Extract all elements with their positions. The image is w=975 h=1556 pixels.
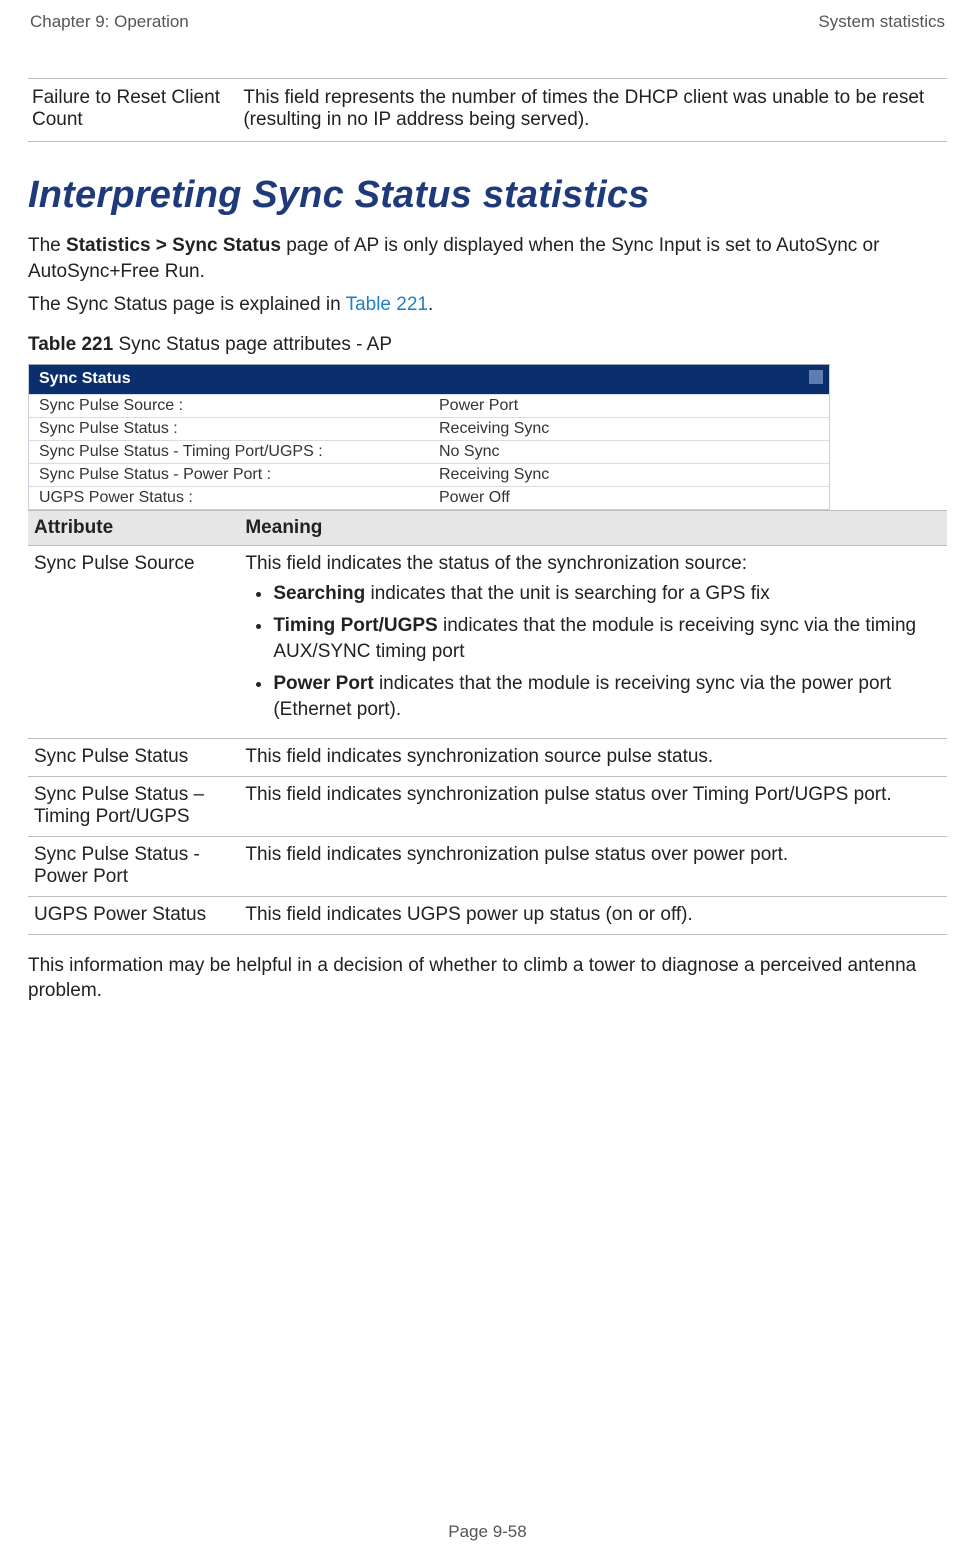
list-item: Timing Port/UGPS indicates that the modu… [273,613,941,664]
cell-value: Power Off [429,486,829,509]
cell-meaning: This field indicates UGPS power up statu… [239,896,947,934]
cell-attribute: Sync Pulse Status – Timing Port/UGPS [28,776,239,836]
cell-value: No Sync [429,440,829,463]
para-text: The Sync Status page is explained in [28,294,346,315]
prev-row-meaning: This field represents the number of time… [239,79,947,142]
intro-para-1: The Statistics > Sync Status page of AP … [28,233,947,284]
header-left: Chapter 9: Operation [30,12,189,32]
meaning-bullets: Searching indicates that the unit is sea… [245,581,941,723]
bullet-text: indicates that the unit is searching for… [365,583,769,604]
list-item: Searching indicates that the unit is sea… [273,581,941,607]
table-row: UGPS Power Status This field indicates U… [28,896,947,934]
cell-meaning: This field indicates synchronization sou… [239,738,947,776]
closing-paragraph: This information may be helpful in a dec… [28,953,947,1004]
prev-row-attribute: Failure to Reset Client Count [28,79,239,142]
cell-label: Sync Pulse Status : [29,417,429,440]
cell-attribute: Sync Pulse Status - Power Port [28,836,239,896]
bullet-term: Timing Port/UGPS [273,615,437,636]
table-row: UGPS Power Status : Power Off [29,486,829,509]
panel-title-text: Sync Status [39,370,131,387]
table-header-row: Attribute Meaning [28,510,947,545]
table-row: Sync Pulse Status - Power Port : Receivi… [29,463,829,486]
list-item: Power Port indicates that the module is … [273,671,941,722]
para-text: . [428,294,433,315]
table-caption-number: Table 221 [28,334,118,355]
cell-attribute: UGPS Power Status [28,896,239,934]
table-ref-link: Table 221 [346,294,428,315]
table-row: Sync Pulse Status - Timing Port/UGPS : N… [29,440,829,463]
page-path-bold: Statistics > Sync Status [66,235,281,256]
cell-label: Sync Pulse Source : [29,394,429,417]
meaning-intro: This field indicates the status of the s… [245,553,941,575]
cell-label: Sync Pulse Status - Timing Port/UGPS : [29,440,429,463]
page-header: Chapter 9: Operation System statistics [28,12,947,42]
sync-status-table: Sync Pulse Source : Power Port Sync Puls… [29,394,829,509]
table-row: Sync Pulse Status This field indicates s… [28,738,947,776]
cell-meaning: This field indicates synchronization pul… [239,776,947,836]
cell-meaning: This field indicates synchronization pul… [239,836,947,896]
table-row: Sync Pulse Status : Receiving Sync [29,417,829,440]
page-footer: Page 9-58 [0,1522,975,1542]
header-meaning: Meaning [239,510,947,545]
collapse-icon [809,370,823,384]
table-caption-text: Sync Status page attributes - AP [118,334,392,355]
prev-table-fragment: Failure to Reset Client Count This field… [28,78,947,142]
para-text: The [28,235,66,256]
table-row: Sync Pulse Status - Power Port This fiel… [28,836,947,896]
header-right: System statistics [818,12,945,32]
attribute-meaning-table: Attribute Meaning Sync Pulse Source This… [28,510,947,935]
header-attribute: Attribute [28,510,239,545]
bullet-term: Power Port [273,673,373,694]
cell-meaning: This field indicates the status of the s… [239,545,947,738]
cell-label: Sync Pulse Status - Power Port : [29,463,429,486]
panel-titlebar: Sync Status [29,365,829,394]
sync-status-screenshot: Sync Status Sync Pulse Source : Power Po… [28,364,830,510]
section-heading: Interpreting Sync Status statistics [28,174,947,217]
cell-value: Receiving Sync [429,463,829,486]
table-row: Sync Pulse Status – Timing Port/UGPS Thi… [28,776,947,836]
cell-attribute: Sync Pulse Source [28,545,239,738]
table-caption: Table 221 Sync Status page attributes - … [28,332,947,358]
page-number-text: Page 9-58 [448,1522,526,1541]
intro-para-2: The Sync Status page is explained in Tab… [28,292,947,318]
cell-label: UGPS Power Status : [29,486,429,509]
cell-value: Receiving Sync [429,417,829,440]
bullet-term: Searching [273,583,365,604]
table-row: Sync Pulse Source : Power Port [29,394,829,417]
cell-attribute: Sync Pulse Status [28,738,239,776]
table-row: Sync Pulse Source This field indicates t… [28,545,947,738]
table-row: Failure to Reset Client Count This field… [28,79,947,142]
cell-value: Power Port [429,394,829,417]
